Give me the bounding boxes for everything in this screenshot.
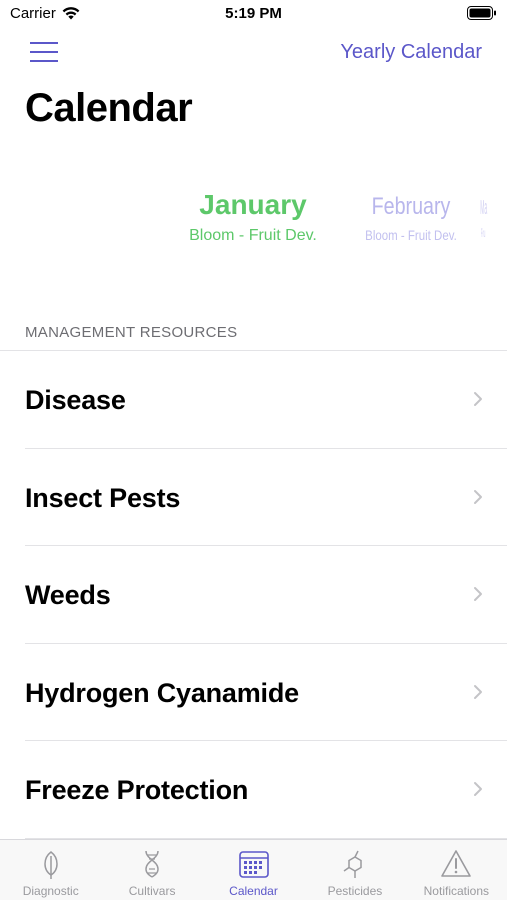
leaf-icon — [43, 851, 58, 879]
list-item-weeds[interactable]: Weeds — [0, 546, 507, 644]
list-item-insect-pests[interactable]: Insect Pests — [0, 449, 507, 547]
month-name: Ma — [480, 197, 488, 219]
tab-label: Cultivars — [128, 884, 176, 898]
tab-label: Diagnostic — [22, 884, 79, 898]
tab-pesticides[interactable]: Pesticides — [304, 840, 405, 900]
yearly-calendar-button[interactable]: Yearly Calendar — [340, 41, 482, 64]
tab-label: Pesticides — [327, 884, 383, 898]
dna-icon — [145, 850, 159, 878]
list-item-label: Disease — [25, 385, 126, 415]
month-option-february[interactable]: February Bloom - Fruit Dev. — [352, 193, 470, 243]
chevron-right-icon — [474, 684, 482, 699]
tab-label: Notifications — [423, 884, 490, 898]
month-stage: Bloom - Fruit Dev. — [365, 227, 457, 243]
hamburger-menu-icon[interactable] — [30, 42, 58, 64]
section-header: MANAGEMENT RESOURCES — [25, 324, 238, 341]
tab-notifications[interactable]: Notifications — [406, 840, 507, 900]
tab-label: Calendar — [229, 884, 278, 898]
tab-cultivars[interactable]: Cultivars — [101, 840, 202, 900]
status-time: 5:19 PM — [225, 5, 282, 22]
month-name: January — [199, 189, 307, 220]
list-item-hydrogen-cyanamide[interactable]: Hydrogen Cyanamide — [0, 644, 507, 742]
list-item-label: Weeds — [25, 580, 111, 611]
list-item-disease[interactable]: Disease — [0, 351, 507, 449]
management-resources-list: Disease Insect Pests Weeds Hydrogen Cyan… — [0, 350, 507, 839]
warning-icon — [441, 850, 472, 877]
chevron-right-icon — [474, 782, 482, 797]
chevron-right-icon — [474, 392, 482, 406]
tab-calendar[interactable]: Calendar — [203, 840, 304, 900]
chevron-right-icon — [474, 489, 482, 504]
month-stage: Fru — [480, 226, 486, 240]
list-item-label: Hydrogen Cyanamide — [25, 677, 299, 708]
month-option-march[interactable]: Ma Fru — [472, 197, 494, 240]
status-bar: Carrier 5:19 PM — [0, 0, 507, 28]
month-option-january[interactable]: January Bloom - Fruit Dev. — [170, 189, 336, 245]
molecule-icon — [343, 850, 362, 878]
month-name: February — [371, 193, 451, 220]
month-picker[interactable]: January Bloom - Fruit Dev. February Bloo… — [0, 185, 507, 255]
list-item-freeze-protection[interactable]: Freeze Protection — [0, 741, 507, 839]
tab-diagnostic[interactable]: Diagnostic — [0, 840, 101, 900]
month-stage: Bloom - Fruit Dev. — [189, 227, 317, 244]
list-item-label: Freeze Protection — [25, 775, 249, 806]
page-title: Calendar — [25, 86, 193, 130]
battery-icon — [467, 6, 496, 20]
calendar-icon — [238, 851, 269, 878]
tab-bar: Diagnostic Cultivars Calendar Pesticides — [0, 839, 507, 900]
list-item-label: Insect Pests — [25, 482, 181, 513]
chevron-right-icon — [474, 587, 482, 602]
